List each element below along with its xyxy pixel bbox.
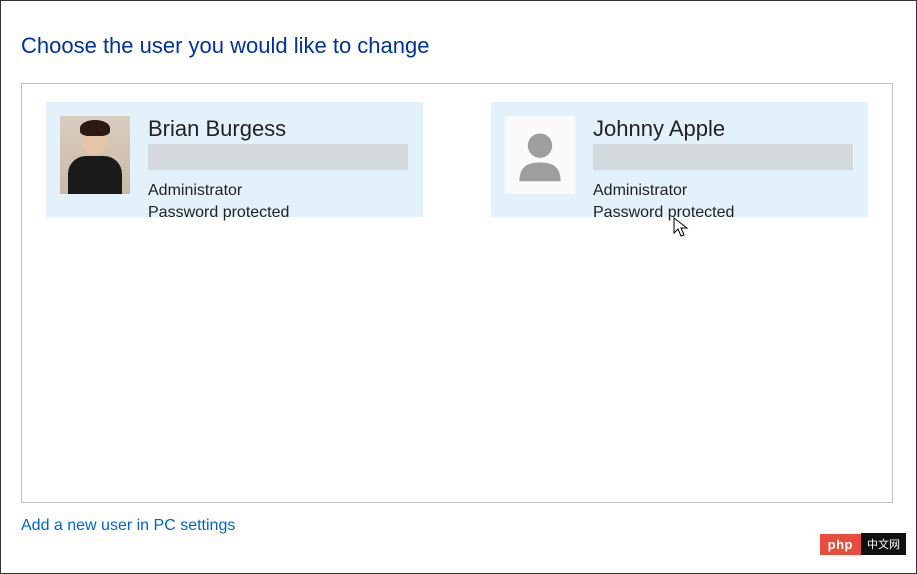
user-info: Brian Burgess Administrator Password pro… bbox=[148, 116, 409, 223]
user-info: Johnny Apple Administrator Password prot… bbox=[593, 116, 854, 223]
add-user-link[interactable]: Add a new user in PC settings bbox=[21, 517, 235, 535]
redacted-email bbox=[148, 144, 408, 170]
user-status: Password protected bbox=[148, 202, 409, 224]
user-name: Brian Burgess bbox=[148, 116, 409, 142]
redacted-email bbox=[593, 144, 853, 170]
user-role: Administrator bbox=[593, 180, 854, 202]
user-status: Password protected bbox=[593, 202, 854, 224]
users-container: Brian Burgess Administrator Password pro… bbox=[21, 83, 893, 503]
avatar-photo-icon bbox=[60, 116, 130, 194]
page-title: Choose the user you would like to change bbox=[21, 33, 896, 59]
avatar bbox=[60, 116, 130, 194]
avatar-default-icon bbox=[510, 125, 570, 185]
watermark-right: 中文网 bbox=[861, 533, 906, 555]
user-name: Johnny Apple bbox=[593, 116, 854, 142]
avatar bbox=[505, 116, 575, 194]
user-card-brian-burgess[interactable]: Brian Burgess Administrator Password pro… bbox=[46, 102, 423, 217]
watermark: php 中文网 bbox=[820, 533, 906, 555]
user-role: Administrator bbox=[148, 180, 409, 202]
watermark-left: php bbox=[820, 534, 861, 555]
user-card-johnny-apple[interactable]: Johnny Apple Administrator Password prot… bbox=[491, 102, 868, 217]
